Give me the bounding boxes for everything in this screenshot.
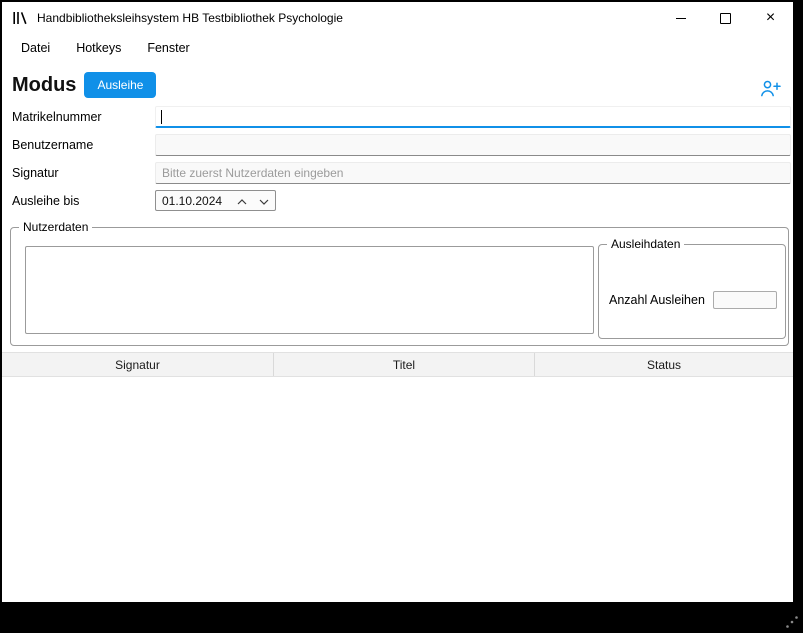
date-decrement-button[interactable]	[253, 191, 275, 210]
anzahl-ausleihen-input[interactable]	[713, 291, 777, 309]
minimize-button[interactable]	[658, 2, 703, 34]
ausleihdaten-legend: Ausleihdaten	[607, 237, 684, 251]
benutzername-label: Benutzername	[12, 138, 93, 152]
mode-ausleihe-button[interactable]: Ausleihe	[84, 72, 156, 98]
nutzerdaten-groupbox: Nutzerdaten Ausleihdaten Anzahl Ausleihe…	[10, 227, 789, 346]
chevron-up-icon	[237, 193, 247, 208]
app-icon	[12, 10, 28, 26]
title-bar: Handbibliotheksleihsystem HB Testbibliot…	[2, 2, 793, 34]
maximize-button[interactable]	[703, 2, 748, 34]
date-increment-button[interactable]	[231, 191, 253, 210]
app-window: Handbibliotheksleihsystem HB Testbibliot…	[2, 2, 793, 602]
table-header: Signatur Titel Status	[2, 352, 793, 377]
mode-heading: Modus	[12, 74, 76, 97]
table-header-signatur[interactable]: Signatur	[2, 353, 274, 376]
window-controls: ×	[658, 2, 793, 34]
signatur-row: Signatur	[2, 162, 793, 184]
window-title: Handbibliotheksleihsystem HB Testbibliot…	[37, 11, 343, 25]
date-value: 01.10.2024	[156, 194, 231, 208]
menu-item-fenster[interactable]: Fenster	[134, 36, 202, 60]
menu-item-hotkeys[interactable]: Hotkeys	[63, 36, 134, 60]
matrikelnummer-label: Matrikelnummer	[12, 110, 102, 124]
mode-row: Modus Ausleihe	[12, 72, 156, 98]
table-body	[2, 377, 793, 602]
text-caret	[161, 110, 162, 124]
signatur-input[interactable]	[155, 162, 791, 184]
menu-item-datei[interactable]: Datei	[8, 36, 63, 60]
column-label: Signatur	[115, 358, 160, 372]
ausleihdaten-groupbox: Ausleihdaten Anzahl Ausleihen	[598, 244, 786, 339]
column-label: Titel	[393, 358, 415, 372]
benutzername-input[interactable]	[155, 134, 791, 156]
add-user-button[interactable]	[758, 78, 783, 102]
matrikelnummer-input[interactable]	[155, 106, 791, 128]
nutzerdaten-display[interactable]	[25, 246, 594, 334]
ausleihe-bis-date-spinner[interactable]: 01.10.2024	[155, 190, 276, 211]
resize-grip[interactable]	[784, 614, 800, 630]
maximize-icon	[720, 13, 731, 24]
person-add-icon	[760, 85, 781, 100]
ausleihe-bis-label: Ausleihe bis	[12, 194, 79, 208]
matrikelnummer-row: Matrikelnummer	[2, 106, 793, 128]
column-label: Status	[647, 358, 681, 372]
ausleihe-bis-row: Ausleihe bis 01.10.2024	[2, 190, 793, 212]
minimize-icon	[676, 18, 686, 19]
close-icon: ×	[766, 10, 775, 26]
close-button[interactable]: ×	[748, 2, 793, 34]
nutzerdaten-legend: Nutzerdaten	[19, 220, 92, 234]
signatur-label: Signatur	[12, 166, 59, 180]
table-header-status[interactable]: Status	[535, 353, 793, 376]
anzahl-ausleihen-label: Anzahl Ausleihen	[609, 293, 705, 307]
chevron-down-icon	[259, 193, 269, 208]
table-header-titel[interactable]: Titel	[274, 353, 535, 376]
benutzername-row: Benutzername	[2, 134, 793, 156]
menu-bar: Datei Hotkeys Fenster	[2, 34, 793, 62]
